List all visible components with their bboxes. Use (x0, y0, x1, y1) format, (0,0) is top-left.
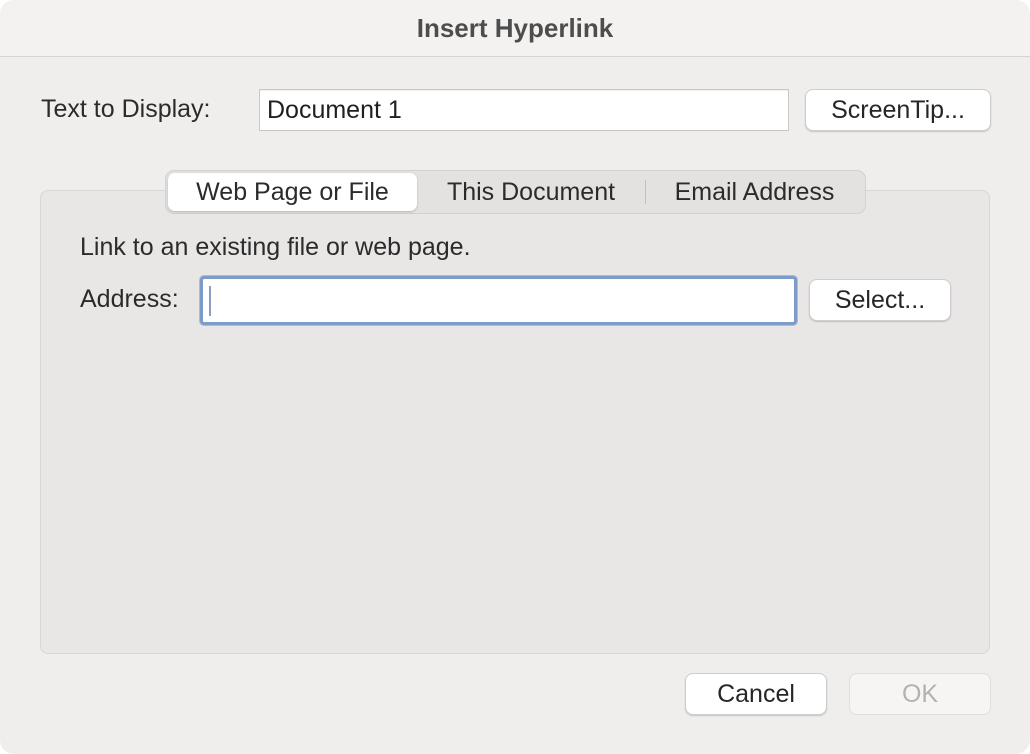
link-type-tabs: Web Page or File This Document Email Add… (165, 170, 866, 214)
text-to-display-field[interactable]: Document 1 (259, 89, 789, 131)
insert-hyperlink-dialog: Insert Hyperlink Text to Display: Docume… (0, 0, 1030, 754)
title-bar: Insert Hyperlink (0, 0, 1030, 57)
ok-button[interactable]: OK (849, 673, 991, 715)
text-to-display-value: Document 1 (267, 95, 402, 124)
tab-email-address[interactable]: Email Address (646, 173, 863, 211)
screentip-button[interactable]: ScreenTip... (805, 89, 991, 131)
tab-web-page-or-file[interactable]: Web Page or File (168, 173, 417, 211)
address-label: Address: (80, 285, 179, 313)
address-input[interactable] (200, 276, 797, 325)
text-to-display-label: Text to Display: (41, 95, 211, 123)
link-description: Link to an existing file or web page. (80, 233, 471, 261)
select-button[interactable]: Select... (809, 279, 951, 321)
dialog-title: Insert Hyperlink (416, 12, 614, 43)
text-caret (209, 285, 211, 316)
tab-this-document[interactable]: This Document (417, 173, 645, 211)
cancel-button[interactable]: Cancel (685, 673, 827, 715)
